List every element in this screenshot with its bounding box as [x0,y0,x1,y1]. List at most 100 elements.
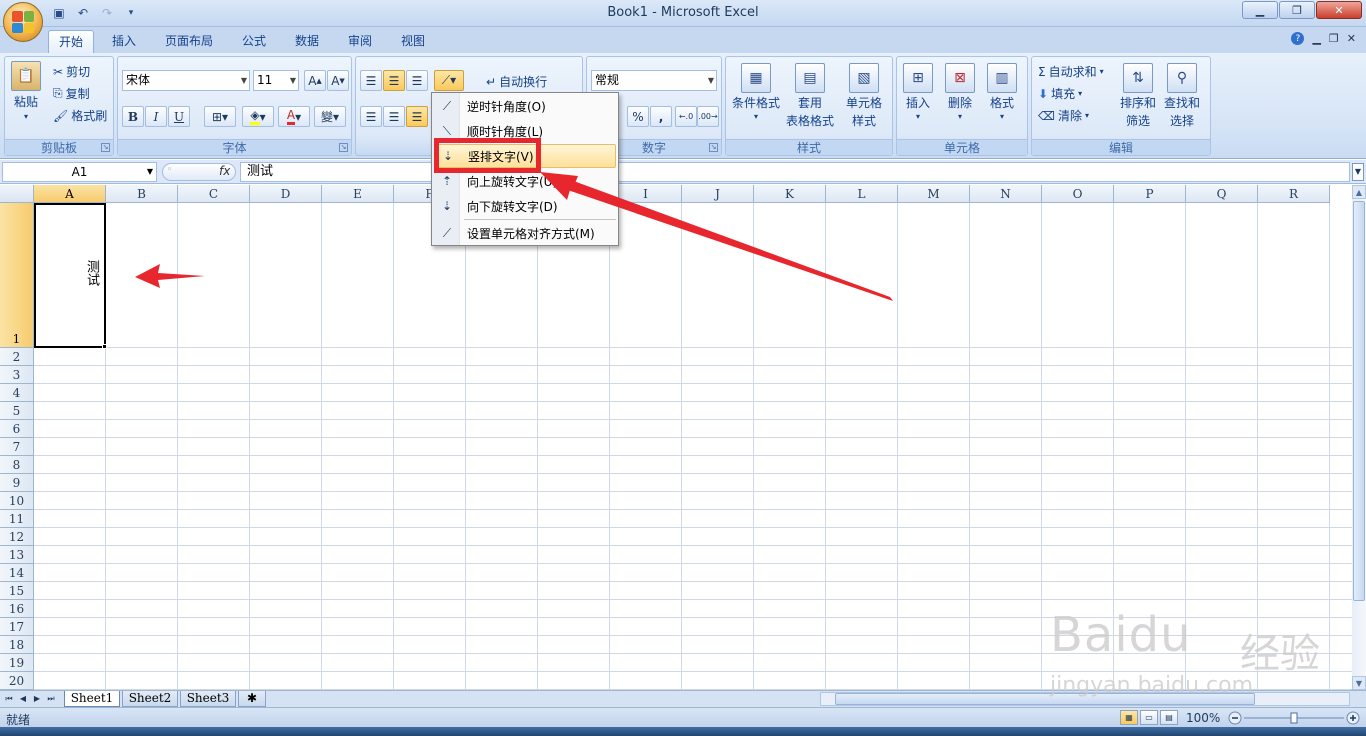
tab-view[interactable]: 视图 [391,30,435,53]
doc-close-icon[interactable]: ✕ [1347,32,1356,45]
column-header-c[interactable]: C [178,185,250,203]
find-select-button[interactable]: ⚲ 查找和 选择 [1164,63,1200,129]
align-right-button[interactable]: ☰ [406,106,428,127]
row-header-18[interactable]: 18 [0,636,34,654]
zoom-level[interactable]: 100% [1186,711,1220,725]
align-bottom-button[interactable]: ☰ [406,70,428,91]
clear-button[interactable]: ⌫ 清除 ▾ [1038,107,1089,124]
column-header-o[interactable]: O [1042,185,1114,203]
column-header-q[interactable]: Q [1186,185,1258,203]
horizontal-scroll-thumb[interactable] [835,693,1255,705]
align-middle-button[interactable]: ☰ [383,70,405,91]
increase-decimal-button[interactable]: ←.0 [675,106,697,127]
font-name-combo[interactable]: 宋体 ▼ [122,70,250,91]
fill-button[interactable]: ⬇ 填充 ▾ [1038,85,1082,102]
row-header-19[interactable]: 19 [0,654,34,672]
paste-button[interactable]: 📋 粘贴 ▾ [11,61,41,121]
row-header-3[interactable]: 3 [0,366,34,384]
number-launcher-icon[interactable]: ↘ [709,143,718,152]
column-header-n[interactable]: N [970,185,1042,203]
row-header-13[interactable]: 13 [0,546,34,564]
grow-font-button[interactable]: A ▲ [304,70,326,91]
align-top-button[interactable]: ☰ [360,70,382,91]
zoom-slider[interactable] [1228,711,1360,725]
fx-button[interactable]: fx [219,164,230,178]
row-header-14[interactable]: 14 [0,564,34,582]
format-painter-button[interactable]: 🖌 格式刷 [53,107,107,124]
sheet-tab-2[interactable]: Sheet2 [122,691,178,707]
row-header-1[interactable]: 1 [0,203,34,348]
align-center-button[interactable]: ☰ [383,106,405,127]
insert-sheet-icon[interactable]: ✱ [238,691,266,707]
orientation-button[interactable]: ⟋▾ [434,70,464,91]
insert-cells-button[interactable]: ⊞ 插入 ▾ [903,63,933,121]
format-cells-button[interactable]: ▥ 格式 ▾ [987,63,1017,121]
row-header-2[interactable]: 2 [0,348,34,366]
tab-page-layout[interactable]: 页面布局 [158,30,220,53]
tab-review[interactable]: 审阅 [338,30,382,53]
column-header-p[interactable]: P [1114,185,1186,203]
row-header-7[interactable]: 7 [0,438,34,456]
tab-formulas[interactable]: 公式 [232,30,276,53]
sheet-tab-1[interactable]: Sheet1 [64,691,120,707]
column-header-k[interactable]: K [754,185,826,203]
normal-view-icon[interactable]: ▦ [1120,710,1138,725]
sheet-tab-3[interactable]: Sheet3 [180,691,236,707]
copy-button[interactable]: ⎘ 复制 [53,85,90,102]
column-header-j[interactable]: J [682,185,754,203]
tab-home[interactable]: 开始 [48,30,94,53]
column-header-a[interactable]: A [34,185,106,203]
column-header-r[interactable]: R [1258,185,1330,203]
row-header-11[interactable]: 11 [0,510,34,528]
phonetic-button[interactable]: 變▾ [314,106,346,127]
office-button[interactable] [3,2,43,42]
row-header-10[interactable]: 10 [0,492,34,510]
fill-color-button[interactable]: ◈ ▾ [242,106,274,127]
font-size-combo[interactable]: 11 ▼ [253,70,299,91]
format-as-table-button[interactable]: ▤ 套用 表格格式 [786,63,834,129]
column-header-l[interactable]: L [826,185,898,203]
menu-item-ccw-angle[interactable]: ⟋ 逆时针角度(O) [434,94,616,118]
font-color-button[interactable]: A ▾ [278,106,310,127]
column-header-m[interactable]: M [898,185,970,203]
row-header-20[interactable]: 20 [0,672,34,690]
vertical-scrollbar[interactable]: ▲ ▼ [1352,185,1366,690]
tab-insert[interactable]: 插入 [102,30,146,53]
percent-button[interactable]: % [627,106,649,127]
tab-data[interactable]: 数据 [285,30,329,53]
name-box[interactable]: A1 ▼ [2,162,157,182]
shrink-font-button[interactable]: A ▼ [327,70,349,91]
underline-button[interactable]: U [168,106,190,127]
fill-handle[interactable] [102,344,107,349]
vertical-scroll-thumb[interactable] [1353,201,1365,601]
row-header-9[interactable]: 9 [0,474,34,492]
scroll-down-icon[interactable]: ▼ [1352,676,1366,690]
cell-styles-button[interactable]: ▧ 单元格 样式 [846,63,882,129]
row-header-6[interactable]: 6 [0,420,34,438]
close-button[interactable]: ✕ [1316,1,1362,19]
cut-button[interactable]: ✂ 剪切 [53,63,90,80]
column-header-d[interactable]: D [250,185,322,203]
horizontal-scrollbar[interactable] [820,692,1350,706]
menu-item-format-alignment[interactable]: ⟋ 设置单元格对齐方式(M) [434,221,616,245]
conditional-format-button[interactable]: ▦ 条件格式 ▾ [732,63,780,121]
wrap-text-button[interactable]: ↵ 自动换行 [486,73,547,90]
row-header-8[interactable]: 8 [0,456,34,474]
italic-button[interactable]: I [145,106,167,127]
row-header-5[interactable]: 5 [0,402,34,420]
prev-sheet-icon[interactable]: ◀ [17,692,29,706]
page-layout-view-icon[interactable]: ▭ [1140,710,1158,725]
clipboard-launcher-icon[interactable]: ↘ [101,143,110,152]
help-icon[interactable]: ? [1291,32,1305,45]
font-launcher-icon[interactable]: ↘ [339,143,348,152]
scroll-up-icon[interactable]: ▲ [1352,185,1366,199]
delete-cells-button[interactable]: ⊠ 删除 ▾ [945,63,975,121]
menu-item-rotate-down[interactable]: ⇣ 向下旋转文字(D) [434,194,616,218]
maximize-button[interactable]: ❐ [1279,1,1315,19]
select-all-button[interactable] [0,185,34,203]
borders-button[interactable]: ⊞▾ [204,106,236,127]
first-sheet-icon[interactable]: ⏮ [3,692,15,706]
row-header-4[interactable]: 4 [0,384,34,402]
doc-restore-icon[interactable]: ❐ [1329,32,1339,45]
next-sheet-icon[interactable]: ▶ [31,692,43,706]
